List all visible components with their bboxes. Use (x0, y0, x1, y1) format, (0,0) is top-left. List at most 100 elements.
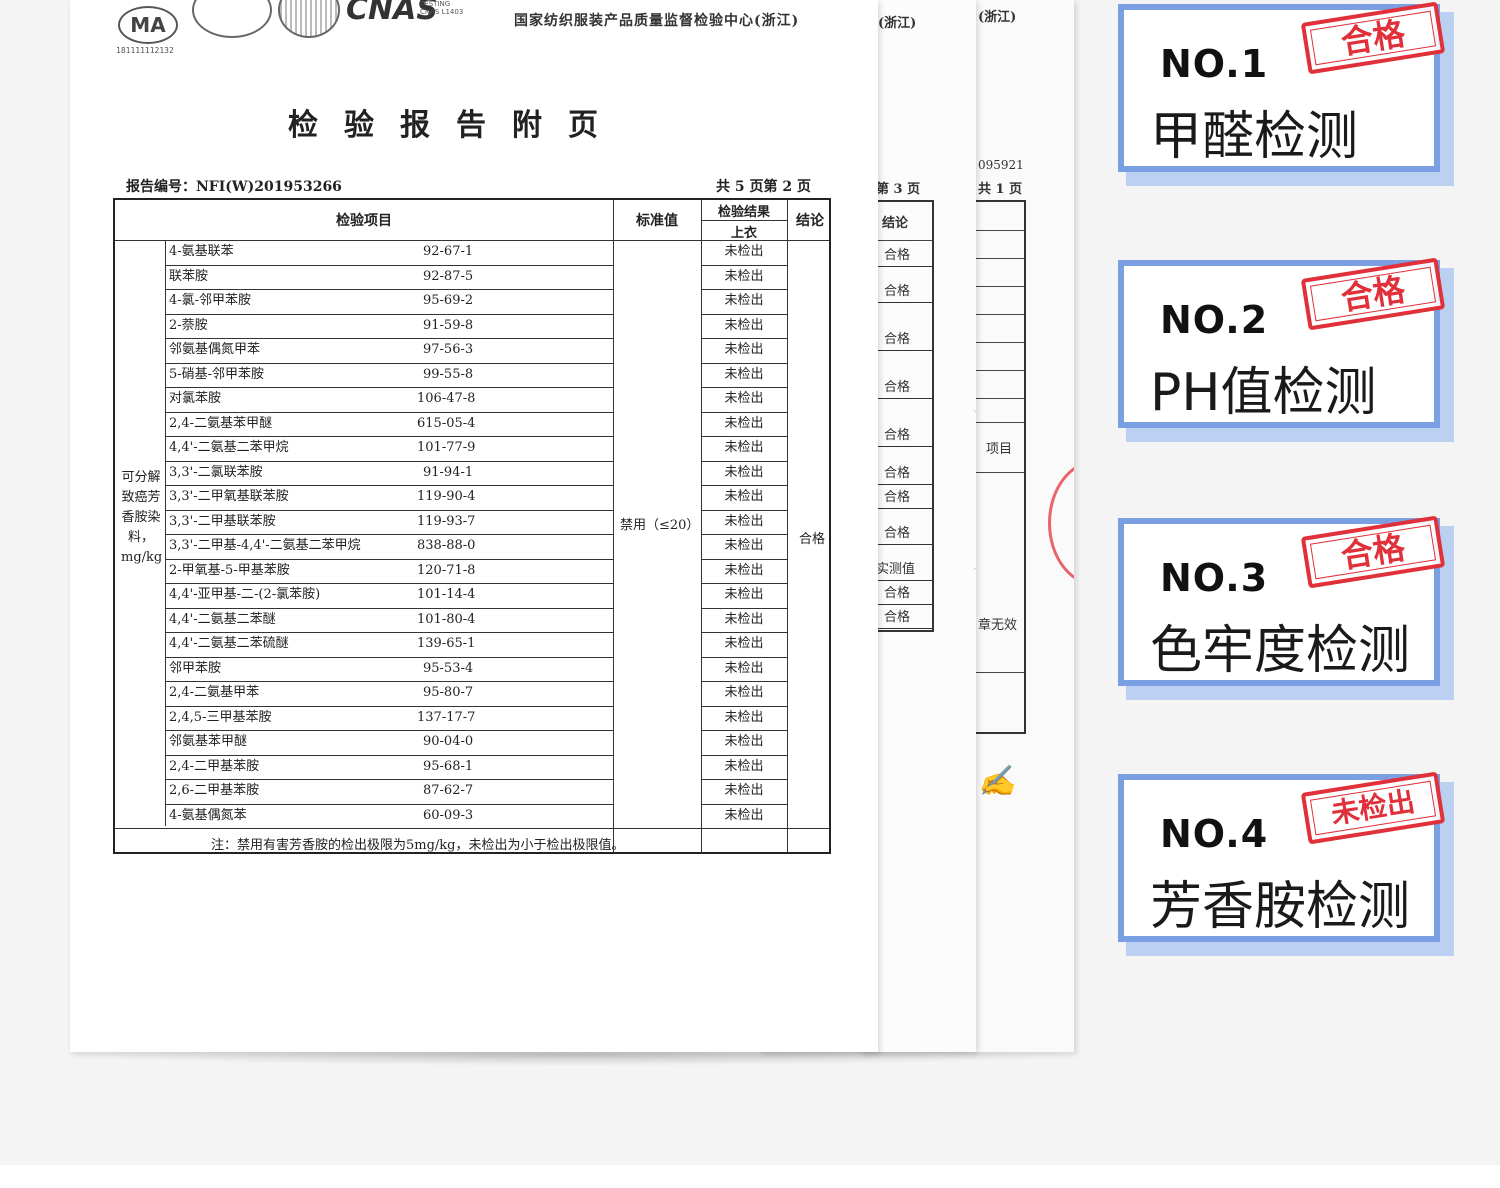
item-name: 4,4'-亚甲基-二-(2-氯苯胺) (169, 587, 321, 602)
result-cell: 未检出 (724, 587, 764, 602)
item-name: 对氯苯胺 (169, 391, 222, 406)
item-name: 3,3'-二氯联苯胺 (169, 464, 263, 480)
item-cas: 95-68-1 (423, 758, 474, 774)
table-row: 5-硝基-邻甲苯胺 99-55-8 (169, 363, 613, 388)
item-cas: 60-09-3 (423, 807, 474, 823)
item-name: 4,4'-二氨基二苯醚 (169, 611, 276, 627)
result-cell: 未检出 (724, 268, 764, 284)
table-row: 4-氨基偶氮苯 60-09-3 (169, 804, 613, 829)
item-cas: 101-80-4 (417, 611, 476, 627)
col-item-header: 检验项目 (336, 213, 392, 229)
result-cell: 未检出 (724, 415, 764, 431)
item-name: 2,4-二氨基苯甲醚 (169, 415, 273, 431)
conclusion-value: 合格 (798, 532, 825, 547)
table-row: 4-氯-邻甲苯胺 95-69-2 (169, 289, 613, 314)
result-cell: 未检出 (724, 489, 764, 504)
table-row: 邻氨基偶氮甲苯 97-56-3 (169, 338, 613, 363)
back-conclusion-cell: 合格 (884, 610, 911, 625)
badge-number: NO.3 (1160, 556, 1269, 600)
badge-label: PH值检测 (1150, 363, 1377, 423)
result-cell: 未检出 (724, 636, 764, 651)
table-row: 2-甲氧基-5-甲基苯胺 120-71-8 (169, 559, 613, 584)
item-cas: 92-87-5 (423, 268, 474, 284)
back-conclusion-cell: 合格 (884, 466, 911, 481)
item-cas: 120-71-8 (417, 562, 476, 578)
table-row: 2,4-二氨基苯甲醚 615-05-4 (169, 412, 613, 437)
item-cas: 101-77-9 (417, 440, 476, 455)
table-row: 邻氨基苯甲醚 90-04-0 (169, 730, 613, 755)
item-cas: 95-69-2 (423, 293, 474, 308)
item-cas: 91-59-8 (423, 317, 474, 333)
item-name: 4,4'-二氨基二苯硫醚 (169, 636, 289, 651)
item-name: 2-甲氧基-5-甲基苯胺 (169, 562, 290, 578)
item-cas: 95-80-7 (423, 685, 474, 700)
col-conclusion-header: 结论 (796, 213, 824, 229)
item-cas: 139-65-1 (417, 636, 476, 651)
back-row-divider (874, 302, 932, 303)
item-cas: 137-17-7 (417, 709, 476, 725)
page-count: 共 5 页第 2 页 (716, 179, 811, 195)
table-row: 4,4'-亚甲基-二-(2-氯苯胺) 101-14-4 (169, 583, 613, 608)
back-row-divider (874, 580, 932, 581)
item-name: 邻甲苯胺 (169, 660, 222, 676)
result-cell: 未检出 (724, 391, 764, 406)
item-name: 3,3'-二甲基-4,4'-二氨基二苯甲烷 (169, 538, 361, 553)
back-row-divider (874, 544, 932, 545)
report-number: 报告编号：NFI(W)201953266 (126, 179, 342, 195)
item-cas: 106-47-8 (417, 391, 476, 406)
back-conclusion-cell: 合格 (884, 526, 911, 541)
back-row-divider (874, 508, 932, 509)
back-conclusion-cell: 合格 (884, 490, 911, 505)
back-conclusion-cell: 合格 (884, 284, 911, 299)
back-row-divider (874, 398, 932, 399)
test-badge: NO.2 PH值检测 合格 (1118, 257, 1454, 442)
result-cell: 未检出 (724, 317, 764, 333)
result-cell: 未检出 (724, 366, 764, 382)
standard-value: 禁用（≤20） (620, 518, 700, 533)
back-conclusion-cell: 合格 (884, 248, 911, 263)
item-cas: 119-93-7 (417, 513, 476, 529)
item-name: 3,3'-二甲基联苯胺 (169, 513, 276, 529)
item-name: 2,4,5-三甲基苯胺 (169, 709, 272, 725)
col-result-header: 检验结果 (717, 205, 770, 220)
result-cell: 未检出 (724, 807, 764, 823)
table-row: 邻甲苯胺 95-53-4 (169, 657, 613, 682)
back-col-header: 结论 (882, 216, 909, 231)
table-row: 4-氨基联苯 92-67-1 (169, 240, 613, 265)
item-name: 邻氨基偶氮甲苯 (169, 342, 261, 357)
item-cas: 87-62-7 (423, 783, 474, 798)
item-name: 2,4-二氨基甲苯 (169, 685, 260, 700)
cma-logo: MA (118, 6, 178, 44)
back-page-count: 共 1 页 (978, 182, 1023, 197)
badge-number: NO.4 (1160, 812, 1269, 856)
badge-number: NO.2 (1160, 298, 1269, 342)
item-cas: 97-56-3 (423, 342, 474, 357)
cnas-sub: TESTING CNAS L1403 (420, 0, 464, 16)
item-cas: 99-55-8 (423, 366, 474, 382)
item-cas: 119-90-4 (417, 489, 476, 504)
item-name: 4-氨基偶氮苯 (169, 807, 247, 823)
official-seal (1048, 460, 1074, 586)
signature: ✍ (978, 764, 1016, 799)
result-cell: 未检出 (724, 244, 764, 259)
table-row: 2,4,5-三甲基苯胺 137-17-7 (169, 706, 613, 731)
result-cell: 未检出 (724, 783, 764, 798)
table-row: 3,3'-二甲基-4,4'-二氨基二苯甲烷 838-88-0 (169, 534, 613, 559)
back-row-divider (874, 604, 932, 605)
back-row-divider (874, 446, 932, 447)
item-name: 4,4'-二氨基二苯甲烷 (169, 440, 289, 455)
back-conclusion-cell: 合格 (884, 332, 911, 347)
result-cell: 未检出 (724, 758, 764, 774)
result-cell: 未检出 (724, 660, 764, 676)
back-row-divider (874, 628, 932, 629)
result-divider (701, 828, 787, 829)
item-name: 2,6-二甲基苯胺 (169, 783, 260, 798)
item-name: 2,4-二甲基苯胺 (169, 758, 260, 774)
result-cell: 未检出 (724, 734, 764, 749)
test-badge: NO.3 色牢度检测 合格 (1118, 515, 1454, 700)
item-name: 邻氨基苯甲醚 (169, 734, 248, 749)
table-row: 3,3'-二甲氧基联苯胺 119-90-4 (169, 485, 613, 510)
item-cas: 101-14-4 (417, 587, 476, 602)
back-page-header: 第 3 页 (876, 182, 921, 197)
badge-label: 芳香胺检测 (1150, 877, 1411, 937)
